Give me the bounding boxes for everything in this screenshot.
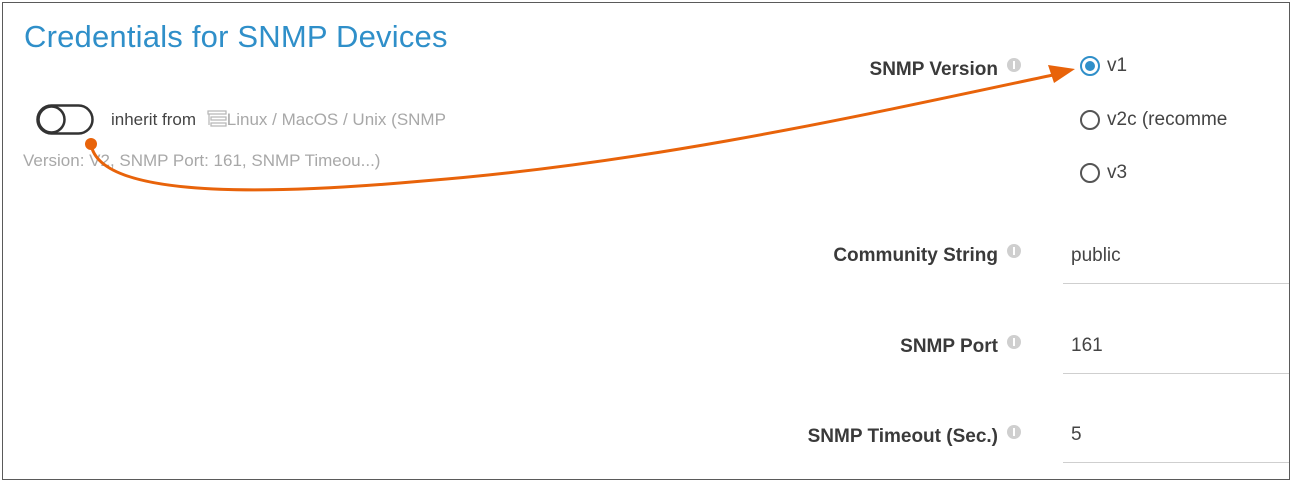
- community-string-label-text: Community String: [833, 245, 998, 266]
- community-string-label: Community String: [833, 244, 1021, 267]
- inherit-prefix: inherit from: [111, 110, 197, 129]
- snmp-version-label-text: SNMP Version: [869, 59, 998, 80]
- info-icon[interactable]: [1007, 58, 1021, 72]
- snmp-port-field[interactable]: 161: [1063, 321, 1289, 374]
- inherit-toggle[interactable]: [36, 104, 96, 135]
- community-string-field[interactable]: public: [1063, 231, 1289, 284]
- info-icon[interactable]: [1007, 244, 1021, 258]
- snmp-timeout-field[interactable]: 5: [1063, 410, 1289, 463]
- snmp-timeout-label: SNMP Timeout (Sec.): [807, 425, 1021, 448]
- inherit-source-details[interactable]: Version: V2, SNMP Port: 161, SNMP Timeou…: [23, 151, 380, 171]
- snmp-timeout-value[interactable]: 5: [1071, 424, 1082, 446]
- inherit-line: inherit from Linux / MacOS / Unix (SNMP: [111, 110, 446, 130]
- radio-v2c[interactable]: v2c (recomme: [1080, 109, 1227, 131]
- section-title: Credentials for SNMP Devices: [24, 19, 448, 54]
- device-icon: [207, 110, 227, 127]
- snmp-version-label: SNMP Version: [869, 58, 1021, 81]
- radio-v1[interactable]: v1: [1080, 55, 1127, 77]
- settings-panel: Credentials for SNMP Devices inherit fro…: [2, 2, 1290, 480]
- radio-button[interactable]: [1080, 163, 1100, 183]
- snmp-port-value[interactable]: 161: [1071, 335, 1103, 357]
- snmp-port-label-text: SNMP Port: [900, 336, 998, 357]
- radio-button-checked[interactable]: [1080, 56, 1100, 76]
- arrow-start-dot: [85, 138, 97, 150]
- info-icon[interactable]: [1007, 335, 1021, 349]
- snmp-port-label: SNMP Port: [900, 335, 1021, 358]
- community-string-value[interactable]: public: [1071, 245, 1121, 267]
- radio-label-v1: v1: [1107, 55, 1128, 76]
- inherit-source-link[interactable]: Linux / MacOS / Unix (SNMP: [227, 110, 446, 129]
- radio-label-v3: v3: [1107, 162, 1128, 183]
- radio-v3[interactable]: v3: [1080, 162, 1127, 184]
- radio-label-v2c: v2c (recomme: [1107, 109, 1228, 130]
- info-icon[interactable]: [1007, 425, 1021, 439]
- snmp-timeout-label-text: SNMP Timeout (Sec.): [807, 426, 998, 447]
- arrow-head: [1048, 65, 1075, 83]
- radio-button[interactable]: [1080, 110, 1100, 130]
